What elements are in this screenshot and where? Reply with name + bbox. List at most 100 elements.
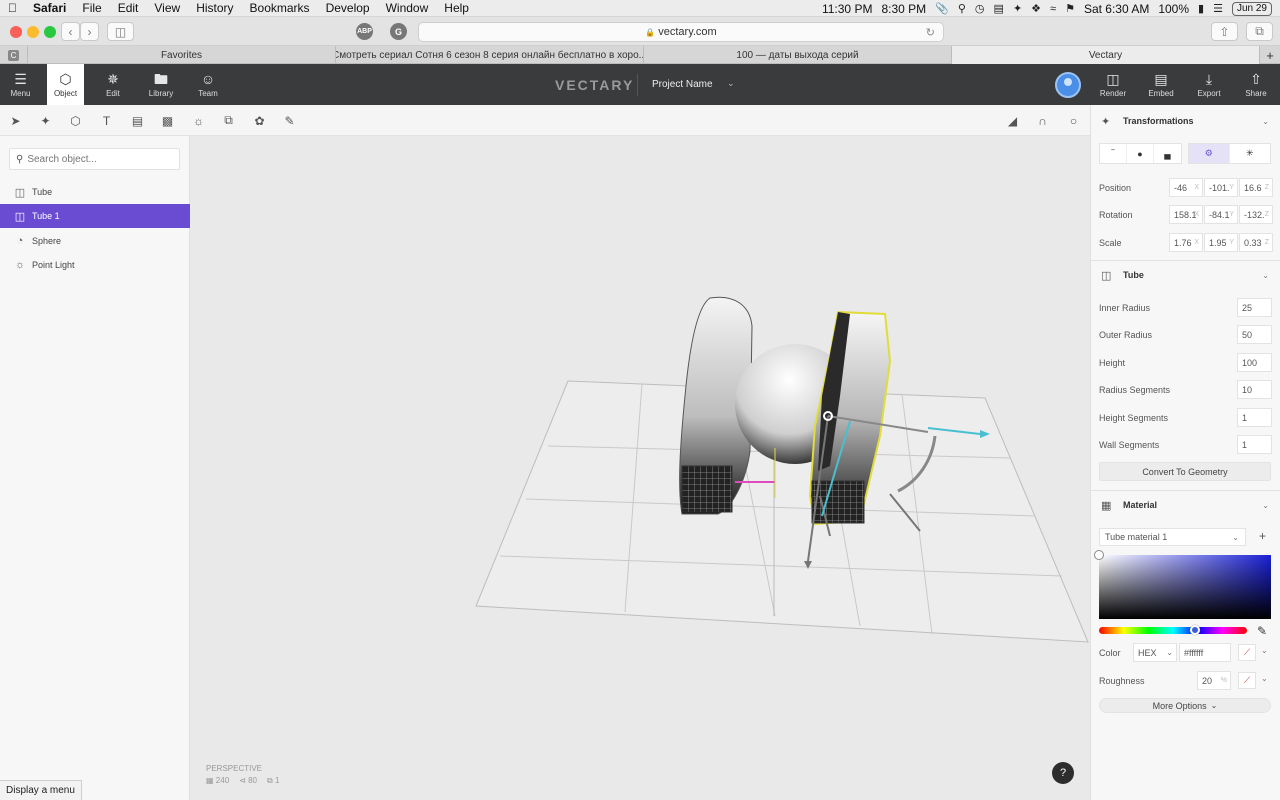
chevron-down-icon[interactable]: ⌄ xyxy=(1261,674,1268,683)
menu-bookmarks[interactable]: Bookmarks xyxy=(242,1,318,15)
battery-icon[interactable]: ▮ xyxy=(1198,2,1204,15)
search-box[interactable]: ⚲ xyxy=(9,148,180,170)
paperclip-icon[interactable]: 📎 xyxy=(935,2,949,15)
object-row-tube-1[interactable]: ◫ Tube 1 xyxy=(0,204,190,228)
chevron-down-icon[interactable]: ⌄ xyxy=(1261,646,1268,655)
roughness-field[interactable]: 20 % xyxy=(1197,671,1231,690)
chevron-down-icon[interactable]: ⌄ xyxy=(1262,271,1269,280)
view-sphere-icon[interactable]: ○ xyxy=(1066,113,1081,128)
minimize-window-button[interactable] xyxy=(27,26,39,38)
close-window-button[interactable] xyxy=(10,26,22,38)
rotation-x-field[interactable]: 158.1 X xyxy=(1169,205,1203,224)
satellite-icon[interactable]: ✦ xyxy=(1013,2,1022,15)
pivot-bottom-button[interactable]: ▄ xyxy=(1154,144,1181,163)
color-texture-slot-icon[interactable]: ⟋ xyxy=(1238,644,1256,661)
menu-button[interactable]: ☰ Menu xyxy=(0,64,41,105)
scene-render[interactable] xyxy=(190,136,1090,800)
hue-slider[interactable] xyxy=(1099,627,1247,634)
list-icon[interactable]: ☰ xyxy=(1213,2,1223,15)
outer-radius-field[interactable]: 50 xyxy=(1237,325,1272,344)
library-button[interactable]: 🖿 Library xyxy=(141,64,181,105)
team-button[interactable]: ☺ Team xyxy=(189,64,227,105)
light-tool-icon[interactable]: ☼ xyxy=(191,113,206,128)
more-options-button[interactable]: More Options ⌄ xyxy=(1099,698,1271,713)
share-button[interactable]: ⇧ Share xyxy=(1236,64,1276,105)
object-row-sphere[interactable]: ◔ Sphere xyxy=(0,229,190,253)
transformations-header[interactable]: ✦ Transformations ⌄ xyxy=(1091,107,1280,135)
menu-history[interactable]: History xyxy=(188,1,241,15)
menu-file[interactable]: File xyxy=(74,1,109,15)
edit-mode-button[interactable]: ✵ Edit xyxy=(94,64,132,105)
wall-segments-field[interactable]: 1 xyxy=(1237,435,1272,454)
tab-favorites[interactable]: Favorites xyxy=(28,46,336,64)
wifi-icon[interactable]: ≈ xyxy=(1050,3,1056,15)
bluetooth-icon[interactable]: ❖ xyxy=(1031,2,1041,15)
clock-1[interactable]: 11:30 PM xyxy=(822,2,872,16)
new-tab-button[interactable]: + xyxy=(1260,46,1280,64)
position-x-field[interactable]: -46 X xyxy=(1169,178,1203,197)
clock-2[interactable]: 8:30 PM xyxy=(881,2,926,16)
global-space-button[interactable]: ✳ xyxy=(1230,144,1271,163)
zoom-window-button[interactable] xyxy=(44,26,56,38)
grammarly-extension-button[interactable]: G xyxy=(390,23,407,40)
menu-help[interactable]: Help xyxy=(436,1,477,15)
menu-app-safari[interactable]: Safari xyxy=(25,1,74,15)
menubar-datetime[interactable]: Sat 6:30 AM xyxy=(1084,2,1149,16)
boolean-tool-icon[interactable]: ⧉ xyxy=(221,113,236,128)
pivot-center-button[interactable]: ● xyxy=(1127,144,1154,163)
sidebar-toggle-button[interactable]: ◫ xyxy=(107,22,134,41)
rotation-z-field[interactable]: -132. Z xyxy=(1239,205,1273,224)
material-tool-icon[interactable]: ◢ xyxy=(1005,113,1020,128)
back-button[interactable]: ‹ xyxy=(61,22,80,41)
adblock-extension-button[interactable]: ABP xyxy=(356,23,373,40)
hex-color-input[interactable]: #ffffff xyxy=(1179,643,1231,662)
height-field[interactable]: 100 xyxy=(1237,353,1272,372)
address-bar[interactable]: 🔒 vectary.com ↻ xyxy=(418,22,944,42)
3d-viewport[interactable]: PERSPECTIVE ▦ 240 ⊲ 80 ⧉ 1 ? xyxy=(190,136,1090,800)
date-badge[interactable]: Jun 29 xyxy=(1231,1,1272,16)
material-section-header[interactable]: ▦ Material ⌄ xyxy=(1091,491,1280,519)
apple-menu-icon[interactable]:  xyxy=(0,1,25,15)
cube-primitive-icon[interactable]: ⬡ xyxy=(68,113,83,128)
embed-button[interactable]: ▤ Embed xyxy=(1141,64,1181,105)
snap-magnet-icon[interactable]: ∩ xyxy=(1035,113,1050,128)
eyedropper-icon[interactable]: ✎ xyxy=(1257,624,1267,638)
camera-mode-label[interactable]: PERSPECTIVE xyxy=(206,764,262,773)
menu-window[interactable]: Window xyxy=(378,1,437,15)
roughness-texture-slot-icon[interactable]: ⟋ xyxy=(1238,672,1256,689)
export-button[interactable]: ⤓ Export xyxy=(1189,64,1229,105)
tab-overview-button[interactable]: ⧉ xyxy=(1246,22,1273,41)
deform-tool-icon[interactable]: ✿ xyxy=(252,113,267,128)
position-z-field[interactable]: 16.6 Z xyxy=(1239,178,1273,197)
chevron-down-icon[interactable]: ⌄ xyxy=(727,78,735,89)
add-material-icon[interactable]: + xyxy=(1259,529,1266,543)
camera-tool-icon[interactable]: ▩ xyxy=(160,113,175,128)
transform-tool-icon[interactable]: ✦ xyxy=(38,113,53,128)
user-avatar[interactable] xyxy=(1055,72,1081,98)
convert-to-geometry-button[interactable]: Convert To Geometry xyxy=(1099,462,1271,481)
chevron-down-icon[interactable]: ⌄ xyxy=(1262,117,1269,126)
image-tool-icon[interactable]: ▤ xyxy=(130,113,145,128)
height-segments-field[interactable]: 1 xyxy=(1237,408,1272,427)
scale-x-field[interactable]: 1.76 X xyxy=(1169,233,1203,252)
object-mode-button[interactable]: ⬡ Object xyxy=(47,64,84,105)
rotation-y-field[interactable]: -84.1 Y xyxy=(1204,205,1238,224)
radius-segments-field[interactable]: 10 xyxy=(1237,380,1272,399)
render-button[interactable]: ◫ Render xyxy=(1093,64,1133,105)
tube-section-header[interactable]: ◫ Tube ⌄ xyxy=(1091,261,1280,289)
tab-release-dates[interactable]: 100 — даты выхода серий xyxy=(644,46,952,64)
pinned-tab[interactable]: C xyxy=(0,46,28,64)
edit-note-icon[interactable]: ✎ xyxy=(282,113,297,128)
inner-radius-field[interactable]: 25 xyxy=(1237,298,1272,317)
color-picker-handle[interactable] xyxy=(1094,550,1104,560)
chevron-down-icon[interactable]: ⌄ xyxy=(1262,501,1269,510)
scale-y-field[interactable]: 1.95 Y xyxy=(1204,233,1238,252)
pivot-top-button[interactable]: ‾ xyxy=(1100,144,1127,163)
tab-vectary[interactable]: Vectary xyxy=(952,46,1260,64)
position-y-field[interactable]: -101. Y xyxy=(1204,178,1238,197)
scale-z-field[interactable]: 0.33 Z xyxy=(1239,233,1273,252)
help-button[interactable]: ? xyxy=(1052,762,1074,784)
select-tool-icon[interactable]: ➤ xyxy=(8,113,23,128)
text-tool-icon[interactable]: T xyxy=(99,113,114,128)
object-row-tube[interactable]: ◫ Tube xyxy=(0,180,190,204)
